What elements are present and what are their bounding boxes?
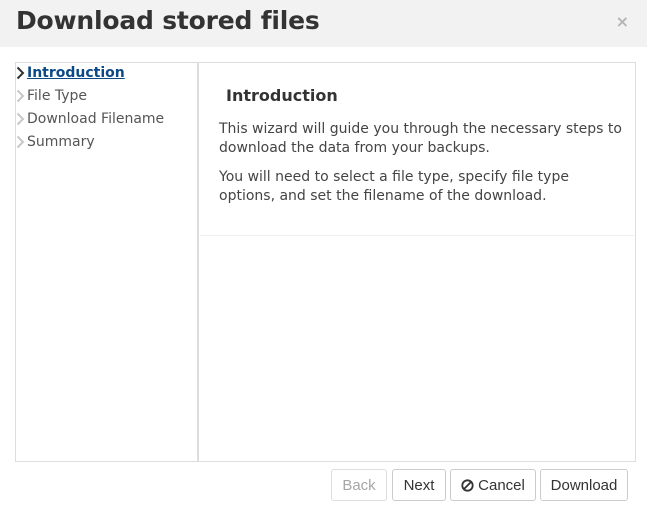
ban-icon xyxy=(461,478,474,492)
next-button[interactable]: Next xyxy=(392,469,446,501)
content-heading: Introduction xyxy=(226,86,338,105)
wizard-steps-nav: Introduction File Type Download Filename… xyxy=(16,63,199,461)
step-content: Introduction This wizard will guide you … xyxy=(200,63,634,236)
dialog-titlebar: Download stored files × xyxy=(0,0,647,47)
intro-paragraph: This wizard will guide you through the n… xyxy=(219,121,622,156)
step-file-type[interactable]: File Type xyxy=(16,86,197,109)
step-label: Introduction xyxy=(27,65,125,81)
close-icon[interactable]: × xyxy=(616,13,629,31)
step-label: Download Filename xyxy=(27,111,165,127)
step-download-filename[interactable]: Download Filename xyxy=(16,109,197,132)
back-button[interactable]: Back xyxy=(331,469,387,501)
download-dialog: Download stored files × Introduction Fil… xyxy=(0,0,647,525)
instructions-paragraph: You will need to select a file type, spe… xyxy=(219,169,569,204)
dialog-title: Download stored files xyxy=(16,6,320,35)
step-introduction[interactable]: Introduction xyxy=(16,63,197,86)
cancel-label: Cancel xyxy=(478,476,525,494)
step-label: Summary xyxy=(27,134,95,150)
wizard-panel: Introduction File Type Download Filename… xyxy=(15,62,636,462)
step-summary[interactable]: Summary xyxy=(16,132,197,155)
step-label: File Type xyxy=(27,88,88,104)
chevron-right-icon xyxy=(16,135,25,149)
cancel-button[interactable]: Cancel xyxy=(450,469,536,501)
chevron-right-icon xyxy=(16,89,25,103)
chevron-right-icon xyxy=(16,66,25,80)
download-button[interactable]: Download xyxy=(540,469,628,501)
chevron-right-icon xyxy=(16,112,25,126)
